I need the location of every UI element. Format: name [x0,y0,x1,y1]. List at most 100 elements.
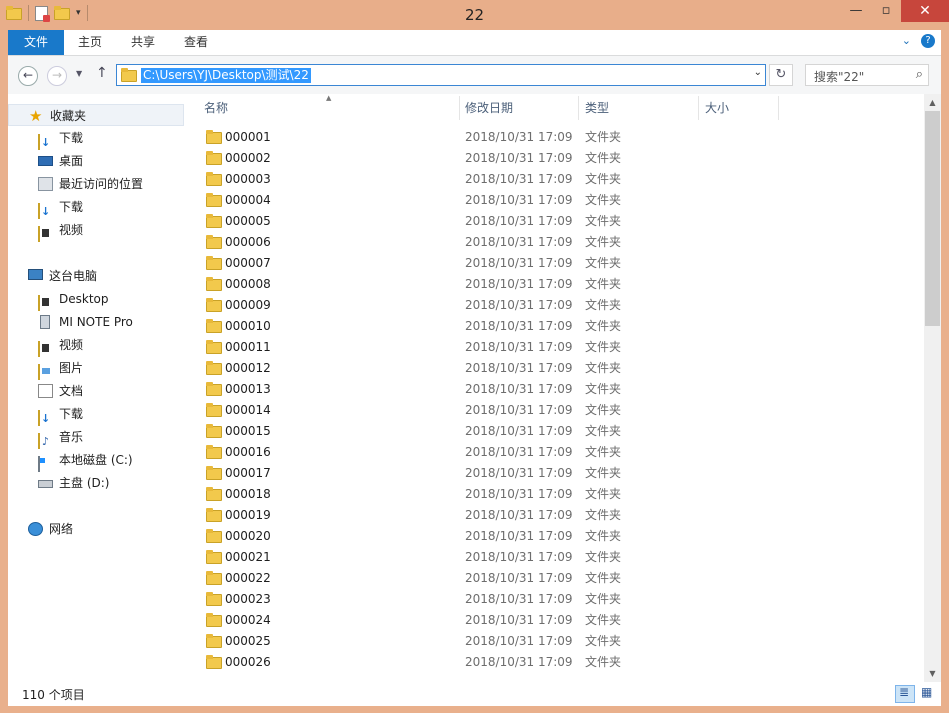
large-icons-view-icon[interactable] [919,685,937,703]
tab-share[interactable]: 共享 [117,30,169,55]
table-row[interactable]: 000020 2018/10/31 17:09 文件夹 [204,526,924,547]
sidebar-item-pc-downloads[interactable]: 下载 [8,403,184,426]
sidebar-item-documents[interactable]: 文档 [8,380,184,402]
folder-icon [206,361,222,375]
file-name: 000003 [225,172,271,186]
file-type: 文件夹 [585,571,622,585]
tab-file[interactable]: 文件 [8,30,64,55]
help-icon[interactable]: ? [921,34,935,48]
table-row[interactable]: 000012 2018/10/31 17:09 文件夹 [204,358,924,379]
folder-icon [206,172,222,186]
sidebar-item-network[interactable]: 网络 [8,518,184,540]
column-header-type[interactable]: 类型 [585,94,609,122]
tab-view[interactable]: 查看 [170,30,222,55]
column-divider[interactable] [778,96,779,120]
sidebar-item-videos[interactable]: 视频 [8,219,184,242]
file-type: 文件夹 [585,340,622,354]
table-row[interactable]: 000015 2018/10/31 17:09 文件夹 [204,421,924,442]
sidebar-item-this-pc[interactable]: 这台电脑 [8,265,184,287]
table-row[interactable]: 000013 2018/10/31 17:09 文件夹 [204,379,924,400]
downloads-icon [38,410,40,426]
table-row[interactable]: 000011 2018/10/31 17:09 文件夹 [204,337,924,358]
table-row[interactable]: 000010 2018/10/31 17:09 文件夹 [204,316,924,337]
table-row[interactable]: 000008 2018/10/31 17:09 文件夹 [204,274,924,295]
table-row[interactable]: 000026 2018/10/31 17:09 文件夹 [204,652,924,673]
table-row[interactable]: 000004 2018/10/31 17:09 文件夹 [204,190,924,211]
sidebar-item-music[interactable]: 音乐 [8,426,184,449]
folder-icon [206,319,222,333]
table-row[interactable]: 000025 2018/10/31 17:09 文件夹 [204,631,924,652]
file-name: 000006 [225,235,271,249]
folder-icon [206,340,222,354]
column-header-size[interactable]: 大小 [705,94,729,122]
chevron-down-icon[interactable]: ⌄ [754,67,762,78]
table-row[interactable]: 000019 2018/10/31 17:09 文件夹 [204,505,924,526]
table-row[interactable]: 000024 2018/10/31 17:09 文件夹 [204,610,924,631]
table-row[interactable]: 000016 2018/10/31 17:09 文件夹 [204,442,924,463]
sidebar-item-desktop[interactable]: 桌面 [8,150,184,172]
sidebar-item-phone[interactable]: MI NOTE Pro [8,311,184,333]
table-row[interactable]: 000001 2018/10/31 17:09 文件夹 [204,127,924,148]
sidebar-item-recent[interactable]: 最近访问的位置 [8,173,184,195]
expand-ribbon-icon[interactable]: ⌄ [902,34,911,48]
window-controls: — ▫ ✕ [841,0,949,22]
back-arrow-icon[interactable]: ← [18,66,38,86]
table-row[interactable]: 000007 2018/10/31 17:09 文件夹 [204,253,924,274]
sidebar-item-drive-c[interactable]: 本地磁盘 (C:) [8,449,184,472]
maximize-button[interactable]: ▫ [871,0,901,22]
column-divider[interactable] [698,96,699,120]
table-row[interactable]: 000022 2018/10/31 17:09 文件夹 [204,568,924,589]
sidebar-item-label: 这台电脑 [49,269,98,283]
file-type: 文件夹 [585,130,622,144]
folder-icon [206,403,222,417]
tab-home[interactable]: 主页 [64,30,116,55]
sidebar-item-downloads[interactable]: 下载 [8,127,184,150]
sidebar-item-pc-desktop[interactable]: Desktop [8,288,184,311]
table-row[interactable]: 000005 2018/10/31 17:09 文件夹 [204,211,924,232]
sidebar-item-downloads-2[interactable]: 下载 [8,196,184,219]
search-icon[interactable]: ⌕ [916,67,923,82]
folder-icon [206,655,222,669]
sidebar-item-label: 桌面 [59,154,84,168]
table-row[interactable]: 000002 2018/10/31 17:09 文件夹 [204,148,924,169]
table-row[interactable]: 000006 2018/10/31 17:09 文件夹 [204,232,924,253]
file-modified: 2018/10/31 17:09 [465,550,573,564]
table-row[interactable]: 000021 2018/10/31 17:09 文件夹 [204,547,924,568]
forward-arrow-icon[interactable]: → [47,66,67,86]
up-arrow-icon[interactable]: ↑ [96,65,108,81]
table-row[interactable]: 000014 2018/10/31 17:09 文件夹 [204,400,924,421]
table-row[interactable]: 000023 2018/10/31 17:09 文件夹 [204,589,924,610]
file-modified: 2018/10/31 17:09 [465,445,573,459]
address-bar[interactable]: C:\Users\YJ\Desktop\测试\22 ⌄ [116,64,766,86]
search-box[interactable]: 搜索"22" ⌕ [805,64,929,86]
sidebar-item-pictures[interactable]: 图片 [8,357,184,380]
sidebar-item-pc-videos[interactable]: 视频 [8,334,184,357]
search-input[interactable]: 搜索"22" [814,68,864,85]
refresh-icon[interactable]: ↻ [769,64,793,86]
status-bar: 110 个项目 [8,682,941,706]
folder-icon [206,445,222,459]
scroll-up-icon[interactable]: ▲ [924,94,941,111]
sidebar-item-favorites[interactable]: ★ 收藏夹 [8,104,184,126]
details-view-icon[interactable] [895,685,915,703]
scroll-down-icon[interactable]: ▼ [924,665,941,682]
minimize-button[interactable]: — [841,0,871,22]
table-row[interactable]: 000018 2018/10/31 17:09 文件夹 [204,484,924,505]
address-input[interactable]: C:\Users\YJ\Desktop\测试\22 [141,68,311,83]
file-type: 文件夹 [585,655,622,669]
column-divider[interactable] [578,96,579,120]
sidebar-item-drive-d[interactable]: 主盘 (D:) [8,472,184,494]
table-row[interactable]: 000017 2018/10/31 17:09 文件夹 [204,463,924,484]
file-type: 文件夹 [585,466,622,480]
column-divider[interactable] [459,96,460,120]
column-header-modified[interactable]: 修改日期 [465,94,513,122]
recent-locations-icon[interactable]: ▼ [76,69,82,78]
file-name: 000016 [225,445,271,459]
column-header-name[interactable]: 名称 [204,94,228,122]
table-row[interactable]: 000009 2018/10/31 17:09 文件夹 [204,295,924,316]
close-button[interactable]: ✕ [901,0,949,22]
scrollbar-thumb[interactable] [925,111,940,326]
table-row[interactable]: 000003 2018/10/31 17:09 文件夹 [204,169,924,190]
file-type: 文件夹 [585,592,622,606]
vertical-scrollbar[interactable]: ▲ ▼ [924,94,941,682]
